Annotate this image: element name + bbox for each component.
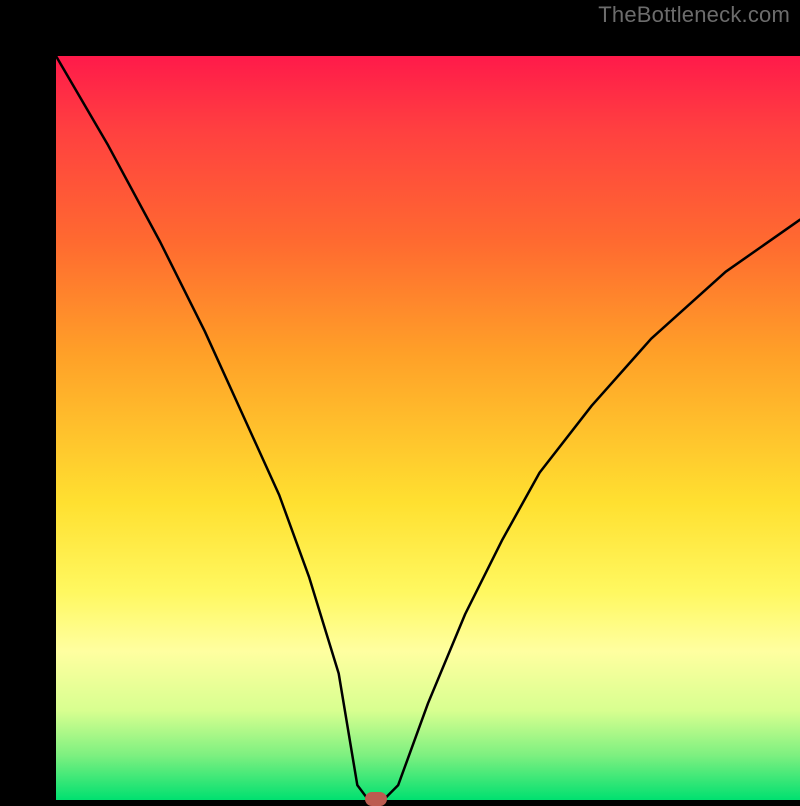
curve-path — [56, 56, 800, 800]
optimal-point-marker — [365, 792, 387, 806]
watermark-label: TheBottleneck.com — [598, 2, 790, 28]
bottleneck-curve — [56, 56, 800, 800]
chart-plot-area — [56, 56, 800, 800]
chart-frame — [0, 0, 800, 800]
